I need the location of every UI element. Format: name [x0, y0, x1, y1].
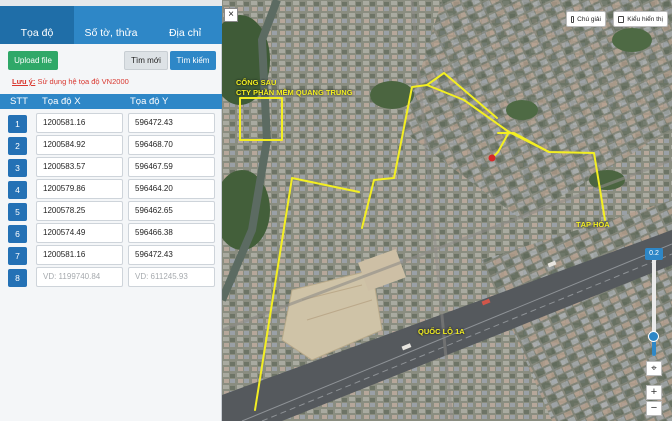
x-coordinate-field[interactable]: 1200578.25: [36, 201, 123, 221]
table-row: 7 1200581.16 596472.43: [0, 244, 222, 266]
row-number: 4: [8, 181, 27, 199]
row-number: 1: [8, 115, 27, 133]
tab-coordinates[interactable]: Tọa độ: [0, 6, 74, 44]
header-y: Tọa độ Y: [130, 96, 169, 107]
table-row: 5 1200578.25 596462.65: [0, 200, 222, 222]
new-search-button[interactable]: Tìm mới: [124, 51, 168, 70]
x-coordinate-field[interactable]: 1200574.49: [36, 223, 123, 243]
map-label-gate-line1: CỔNG SAU: [236, 78, 277, 87]
row-number: 3: [8, 159, 27, 177]
map-label-gate-line2: CTY PHẦN MỀM QUANG TRUNG: [236, 88, 353, 97]
legend-icon: [571, 15, 575, 23]
coordinate-table: 1 1200581.16 596472.43 2 1200584.92 5964…: [0, 112, 222, 288]
header-x: Tọa độ X: [42, 96, 81, 107]
header-stt: STT: [10, 96, 28, 107]
search-panel: Tọa độ Số tờ, thửa Địa chỉ Upload file T…: [0, 0, 222, 421]
tab-parcel[interactable]: Số tờ, thửa: [74, 6, 148, 44]
row-number: 7: [8, 247, 27, 265]
x-coordinate-field[interactable]: VD: 1199740.84: [36, 267, 123, 287]
table-row: 8 VD: 1199740.84 VD: 611245.93: [0, 266, 222, 288]
y-coordinate-field[interactable]: 596462.65: [128, 201, 215, 221]
location-pin: [488, 154, 496, 162]
search-button[interactable]: Tìm kiếm: [170, 51, 216, 70]
zoom-in-button[interactable]: +: [646, 385, 662, 400]
coordinate-table-header: STT Tọa độ X Tọa độ Y: [0, 94, 222, 109]
table-row: 3 1200583.57 596467.59: [0, 156, 222, 178]
layer-style-button[interactable]: Kiểu hiển thị: [613, 11, 668, 27]
x-coordinate-field[interactable]: 1200581.16: [36, 245, 123, 265]
layers-icon: [618, 15, 625, 23]
x-coordinate-field[interactable]: 1200584.92: [36, 135, 123, 155]
upload-file-button[interactable]: Upload file: [8, 51, 58, 70]
y-coordinate-field[interactable]: 596467.59: [128, 157, 215, 177]
action-bar: Upload file Tìm mới Tìm kiếm: [8, 51, 218, 71]
zoom-out-button[interactable]: −: [646, 401, 662, 416]
row-number: 2: [8, 137, 27, 155]
y-coordinate-field[interactable]: 596472.43: [128, 245, 215, 265]
row-number: 8: [8, 269, 27, 287]
table-row: 1 1200581.16 596472.43: [0, 112, 222, 134]
layer-style-label: Kiểu hiển thị: [627, 15, 663, 23]
opacity-value: 0.2: [645, 248, 663, 260]
crosshair-icon[interactable]: ⌖: [646, 361, 662, 376]
table-row: 4 1200579.86 596464.20: [0, 178, 222, 200]
legend-button[interactable]: Chú giải: [566, 11, 606, 27]
table-row: 2 1200584.92 596468.70: [0, 134, 222, 156]
note-label: Lưu ý:: [12, 77, 36, 86]
row-number: 5: [8, 203, 27, 221]
y-coordinate-field[interactable]: 596472.43: [128, 113, 215, 133]
legend-button-label: Chú giải: [577, 15, 601, 23]
tab-address[interactable]: Địa chỉ: [148, 6, 222, 44]
coordinate-note: Lưu ý: Sử dụng hệ tọa độ VN2000: [12, 77, 129, 86]
map-label-shop: TẠP HÓA: [576, 220, 610, 229]
y-coordinate-field[interactable]: 596464.20: [128, 179, 215, 199]
y-coordinate-field[interactable]: 596468.70: [128, 135, 215, 155]
table-row: 6 1200574.49 596466.38: [0, 222, 222, 244]
close-panel-button[interactable]: ×: [224, 8, 238, 22]
row-number: 6: [8, 225, 27, 243]
satellite-map[interactable]: CỔNG SAU CTY PHẦN MỀM QUANG TRUNG TẠP HÓ…: [222, 0, 672, 421]
opacity-slider-handle[interactable]: [648, 331, 659, 342]
x-coordinate-field[interactable]: 1200583.57: [36, 157, 123, 177]
y-coordinate-field[interactable]: 596466.38: [128, 223, 215, 243]
map-label-highway: QUỐC LỘ 1A: [418, 327, 465, 336]
x-coordinate-field[interactable]: 1200581.16: [36, 113, 123, 133]
x-coordinate-field[interactable]: 1200579.86: [36, 179, 123, 199]
search-tabs: Tọa độ Số tờ, thửa Địa chỉ: [0, 6, 222, 44]
y-coordinate-field[interactable]: VD: 611245.93: [128, 267, 215, 287]
map-imagery: [222, 0, 672, 421]
note-text: Sử dụng hệ tọa độ VN2000: [35, 77, 129, 86]
